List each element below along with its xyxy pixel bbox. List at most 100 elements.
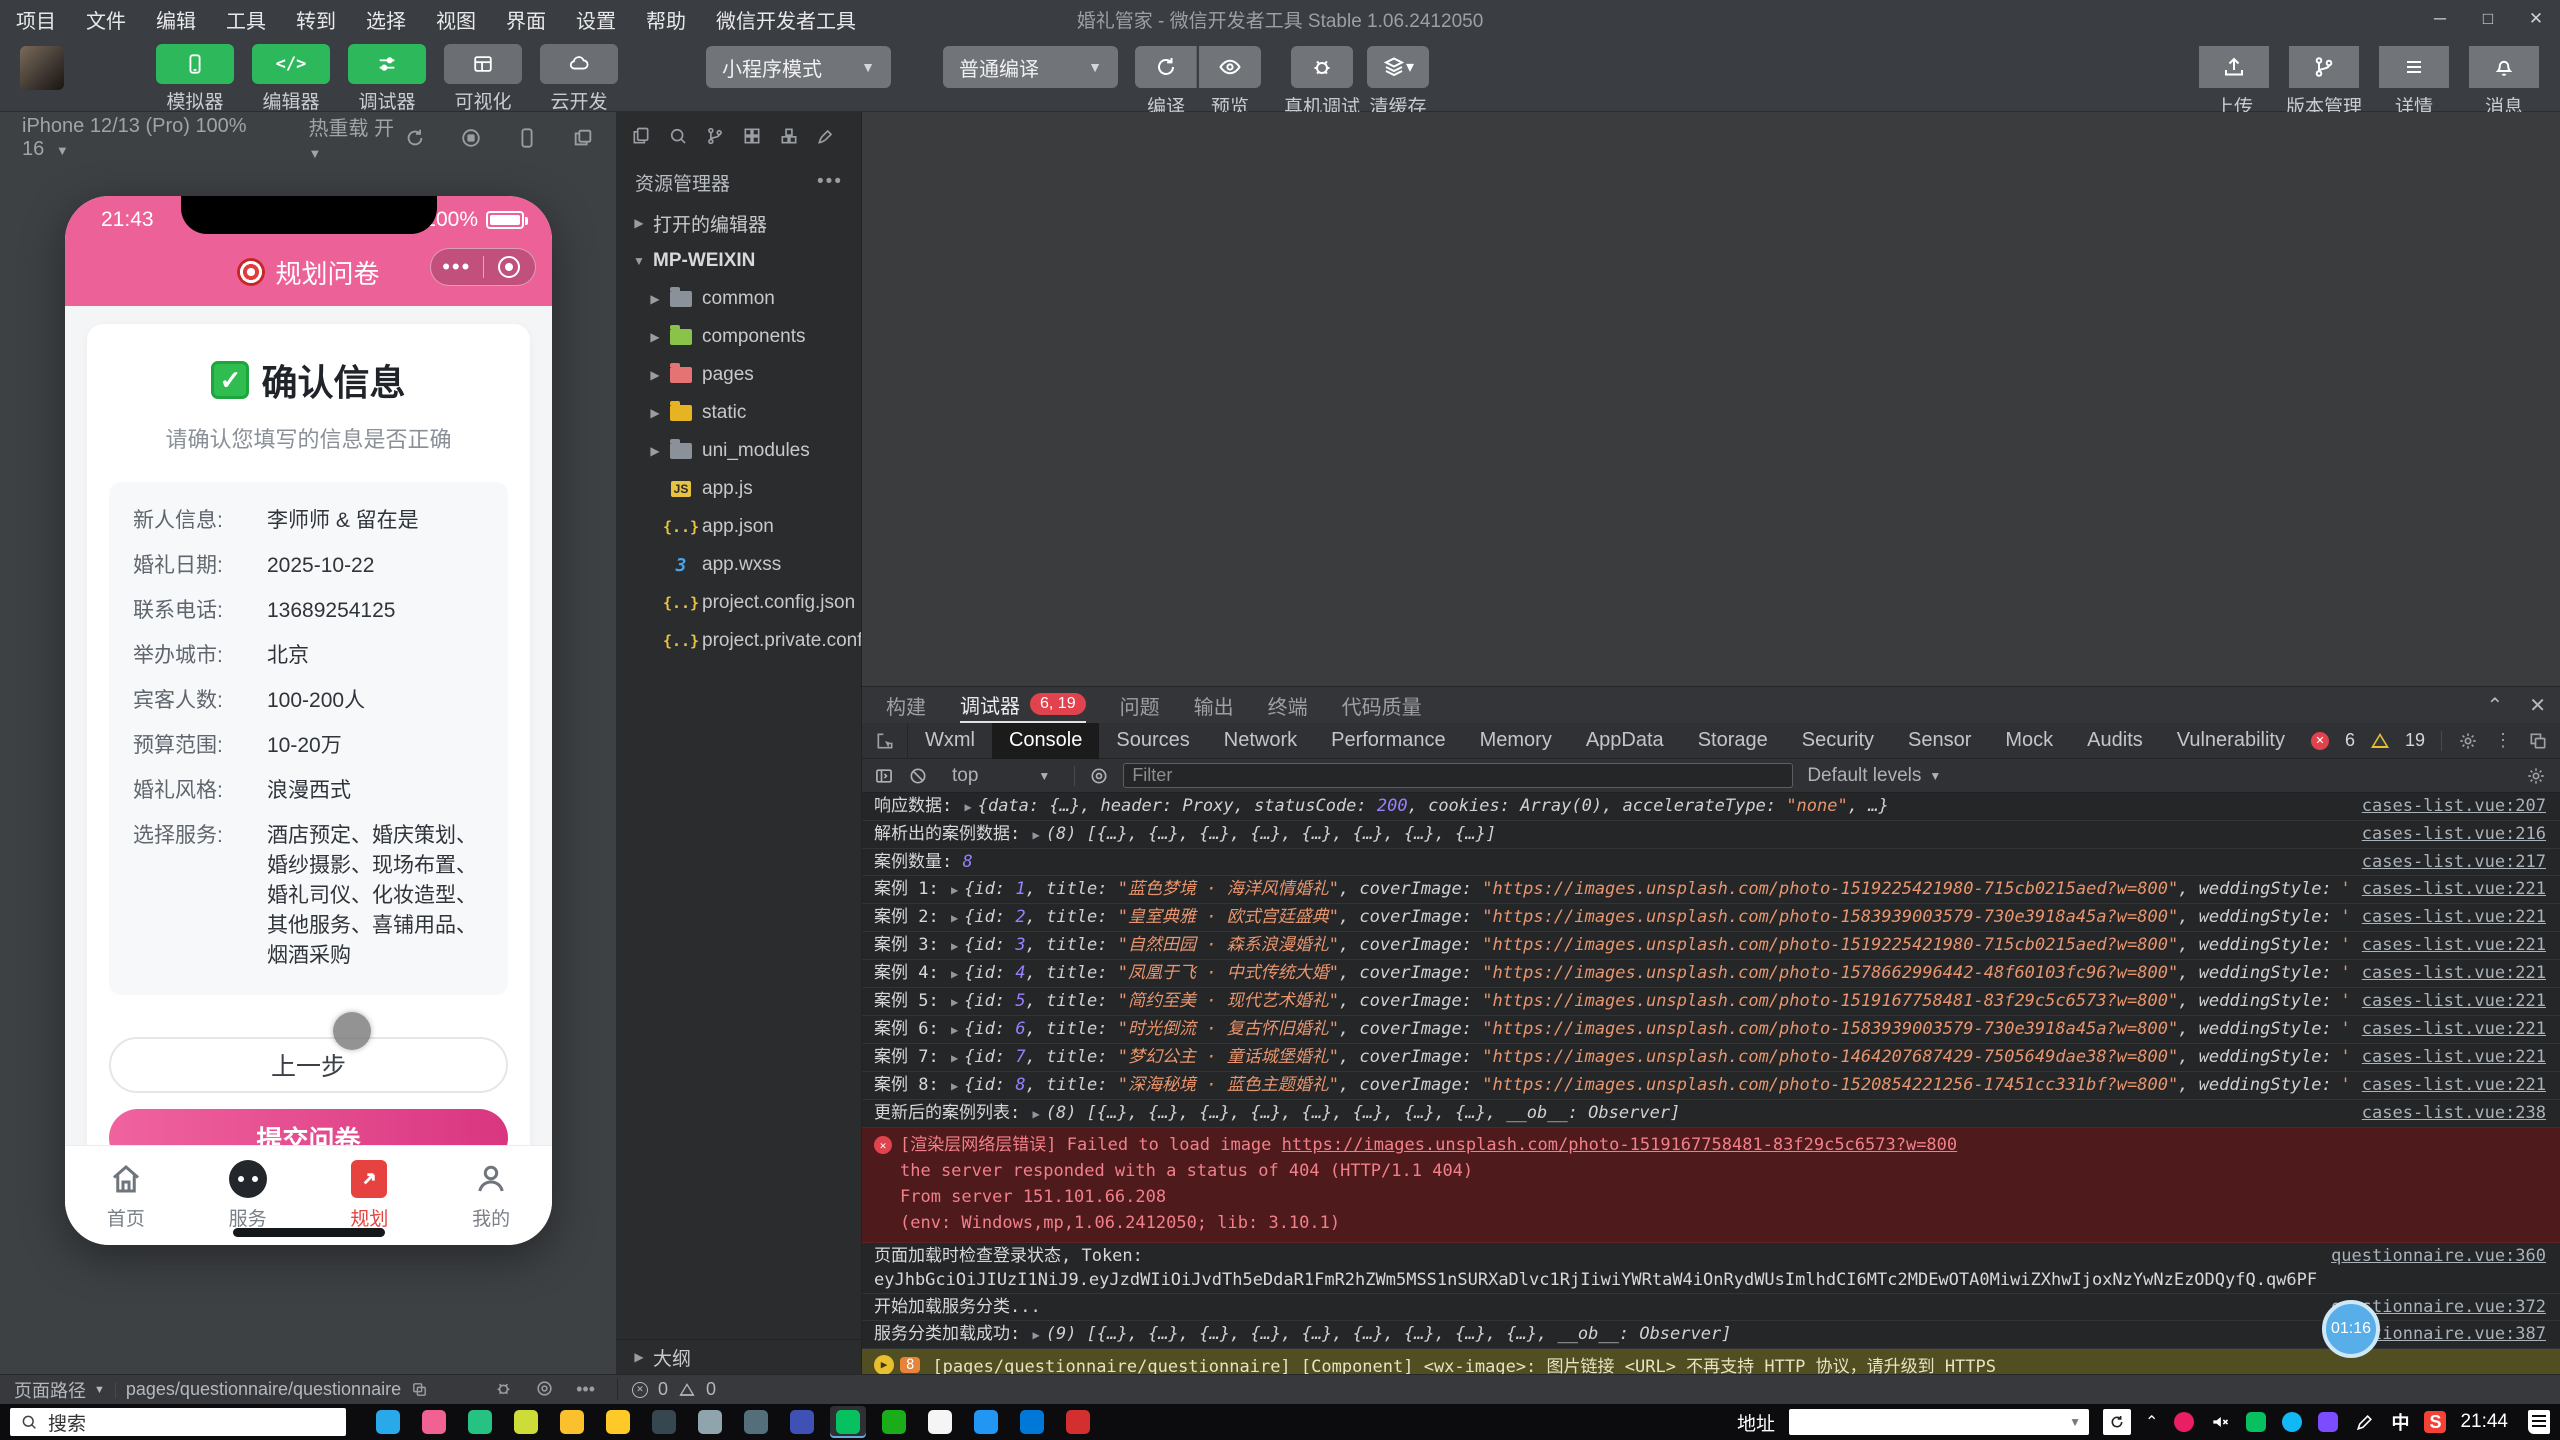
- menu-item-选择[interactable]: 选择: [366, 5, 406, 34]
- app-hbuilderx[interactable]: [876, 1406, 912, 1438]
- prev-step-button[interactable]: 上一步: [109, 1037, 508, 1093]
- copy-icon[interactable]: [411, 1381, 428, 1398]
- refresh-icon[interactable]: [404, 127, 426, 149]
- log-levels-select[interactable]: Default levels ▼: [1807, 765, 1941, 787]
- action-真机调试-button[interactable]: [1291, 46, 1353, 88]
- tree-item-static[interactable]: ▶static: [617, 394, 861, 432]
- source-link[interactable]: cases-list.vue:221: [2362, 1045, 2546, 1069]
- app-wechat[interactable]: [922, 1406, 958, 1438]
- menu-item-界面[interactable]: 界面: [506, 5, 546, 34]
- tree-item-app.json[interactable]: {..}app.json: [617, 508, 861, 546]
- app-vscode[interactable]: [968, 1406, 1004, 1438]
- mode-select[interactable]: 小程序模式 ▼: [706, 46, 891, 88]
- clear-console-icon[interactable]: [908, 766, 928, 786]
- submit-button[interactable]: 提交问卷: [109, 1109, 508, 1145]
- tree-item-project.config.json[interactable]: {..}project.config.json: [617, 584, 861, 622]
- inspect-element-icon[interactable]: [862, 723, 908, 759]
- stop-record-icon[interactable]: [460, 127, 482, 149]
- tree-item-common[interactable]: ▶common: [617, 280, 861, 318]
- hot-reload-toggle[interactable]: 热重载 开 ▼: [308, 112, 404, 164]
- gear-icon[interactable]: [2458, 731, 2478, 751]
- notification-center-icon[interactable]: [2528, 1410, 2550, 1434]
- tray-pen-icon[interactable]: [2352, 1410, 2376, 1434]
- bug-icon[interactable]: [494, 1379, 513, 1400]
- menu-item-设置[interactable]: 设置: [576, 5, 616, 34]
- maximize-button[interactable]: □: [2464, 0, 2512, 38]
- devtools-tab-Wxml[interactable]: Wxml: [908, 723, 992, 759]
- source-link[interactable]: cases-list.vue:221: [2362, 933, 2546, 957]
- devtools-tab-Performance[interactable]: Performance: [1314, 723, 1463, 759]
- panel-tab-问题[interactable]: 问题: [1120, 687, 1160, 723]
- app-todesk[interactable]: [416, 1406, 452, 1438]
- action-详情-button[interactable]: [2379, 46, 2449, 88]
- expand-warning-icon[interactable]: ▶: [874, 1355, 894, 1375]
- action-上传-button[interactable]: [2199, 46, 2269, 88]
- search-icon[interactable]: [668, 126, 688, 146]
- app-folder[interactable]: [600, 1406, 636, 1438]
- tree-item-app.js[interactable]: JSapp.js: [617, 470, 861, 508]
- panel-tab-输出[interactable]: 输出: [1194, 687, 1234, 723]
- device-frame-icon[interactable]: [516, 127, 538, 149]
- context-select[interactable]: top ▼: [942, 765, 1060, 787]
- menu-item-转到[interactable]: 转到: [296, 5, 336, 34]
- tree-item-app.wxss[interactable]: 3app.wxss: [617, 546, 861, 584]
- app-ide[interactable]: [784, 1406, 820, 1438]
- grid-icon[interactable]: [742, 126, 762, 146]
- tab-首页[interactable]: 首页: [65, 1146, 187, 1245]
- eye-icon[interactable]: [535, 1379, 554, 1400]
- git-branch-icon[interactable]: [705, 126, 725, 146]
- sidebar-toggle-icon[interactable]: [874, 766, 894, 786]
- kebab-menu-icon[interactable]: ⋮: [2494, 730, 2512, 751]
- outline-section[interactable]: ▶大纲: [617, 1340, 861, 1374]
- devtools-tab-Sources[interactable]: Sources: [1099, 723, 1206, 759]
- action-编译-button[interactable]: [1135, 46, 1197, 88]
- tray-qq-icon[interactable]: [2280, 1410, 2304, 1434]
- devtools-tab-Vulnerability[interactable]: Vulnerability: [2160, 723, 2302, 759]
- tree-item-components[interactable]: ▶components: [617, 318, 861, 356]
- address-input[interactable]: ▼: [1789, 1409, 2089, 1435]
- app-telegram[interactable]: [370, 1406, 406, 1438]
- devtools-tab-Memory[interactable]: Memory: [1463, 723, 1569, 759]
- code-icon[interactable]: </>: [252, 44, 330, 84]
- tray-ime-icon[interactable]: 中: [2388, 1410, 2412, 1434]
- tray-mute-icon[interactable]: [2208, 1410, 2232, 1434]
- filter-input[interactable]: [1123, 763, 1793, 788]
- panel-tab-构建[interactable]: 构建: [886, 687, 926, 723]
- app-wechat-devtools[interactable]: [830, 1406, 866, 1438]
- more-button[interactable]: •••: [431, 254, 483, 280]
- devtools-tab-Audits[interactable]: Audits: [2070, 723, 2160, 759]
- exit-button[interactable]: [484, 256, 536, 278]
- menu-item-文件[interactable]: 文件: [86, 5, 126, 34]
- tab-我的[interactable]: 我的: [430, 1146, 552, 1245]
- app-settings[interactable]: [738, 1406, 774, 1438]
- screen-time-bubble[interactable]: 01:16: [2322, 1300, 2380, 1358]
- action-版本管理-button[interactable]: [2289, 46, 2359, 88]
- tray-expand-icon[interactable]: ⌃: [2145, 1412, 2158, 1432]
- devtools-tab-Console[interactable]: Console: [992, 723, 1099, 759]
- menu-item-工具[interactable]: 工具: [226, 5, 266, 34]
- source-link[interactable]: cases-list.vue:216: [2362, 822, 2546, 846]
- action-预览-button[interactable]: [1199, 46, 1261, 88]
- menu-item-编辑[interactable]: 编辑: [156, 5, 196, 34]
- devtools-tab-Sensor[interactable]: Sensor: [1891, 723, 1988, 759]
- tree-item-uni_modules[interactable]: ▶uni_modules: [617, 432, 861, 470]
- devtools-tab-Network[interactable]: Network: [1207, 723, 1314, 759]
- source-link[interactable]: cases-list.vue:238: [2362, 1101, 2546, 1125]
- tray-sogou-icon[interactable]: S: [2424, 1411, 2446, 1433]
- devtools-tab-AppData[interactable]: AppData: [1569, 723, 1681, 759]
- tray-app-icon[interactable]: [2316, 1410, 2340, 1434]
- app-edge[interactable]: [1014, 1406, 1050, 1438]
- menu-item-帮助[interactable]: 帮助: [646, 5, 686, 34]
- source-link[interactable]: cases-list.vue:221: [2362, 877, 2546, 901]
- tree-section-open-editors[interactable]: ▶打开的编辑器: [617, 204, 861, 242]
- app-sogou[interactable]: [1060, 1406, 1096, 1438]
- clock[interactable]: 21:44: [2460, 1411, 2508, 1433]
- problems-counts[interactable]: ✕ 0 0: [617, 1379, 862, 1400]
- app-terminal[interactable]: [646, 1406, 682, 1438]
- device-select[interactable]: iPhone 12/13 (Pro) 100% 16 ▼: [22, 115, 262, 161]
- devtools-tab-Security[interactable]: Security: [1785, 723, 1891, 759]
- menu-item-项目[interactable]: 项目: [16, 5, 56, 34]
- new-file-icon[interactable]: [631, 126, 651, 146]
- minimize-button[interactable]: ─: [2416, 0, 2464, 38]
- panel-tab-代码质量[interactable]: 代码质量: [1342, 687, 1422, 723]
